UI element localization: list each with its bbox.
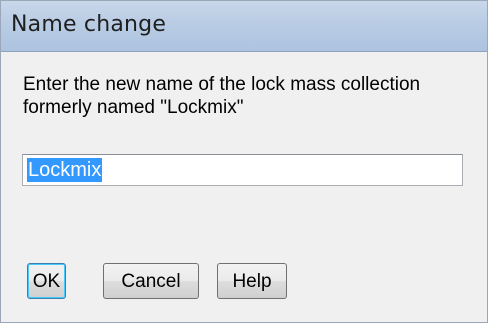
ok-button[interactable]: OK: [27, 263, 66, 299]
title-bar[interactable]: Name change: [1, 1, 487, 52]
new-name-input[interactable]: Lockmix: [22, 154, 463, 186]
dialog-title: Name change: [11, 12, 167, 37]
prompt-text: Enter the new name of the lock mass coll…: [23, 74, 421, 118]
name-change-dialog: Name change Enter the new name of the lo…: [0, 0, 488, 323]
cancel-button[interactable]: Cancel: [103, 263, 199, 299]
help-button[interactable]: Help: [217, 263, 287, 299]
new-name-value: Lockmix: [27, 158, 103, 182]
